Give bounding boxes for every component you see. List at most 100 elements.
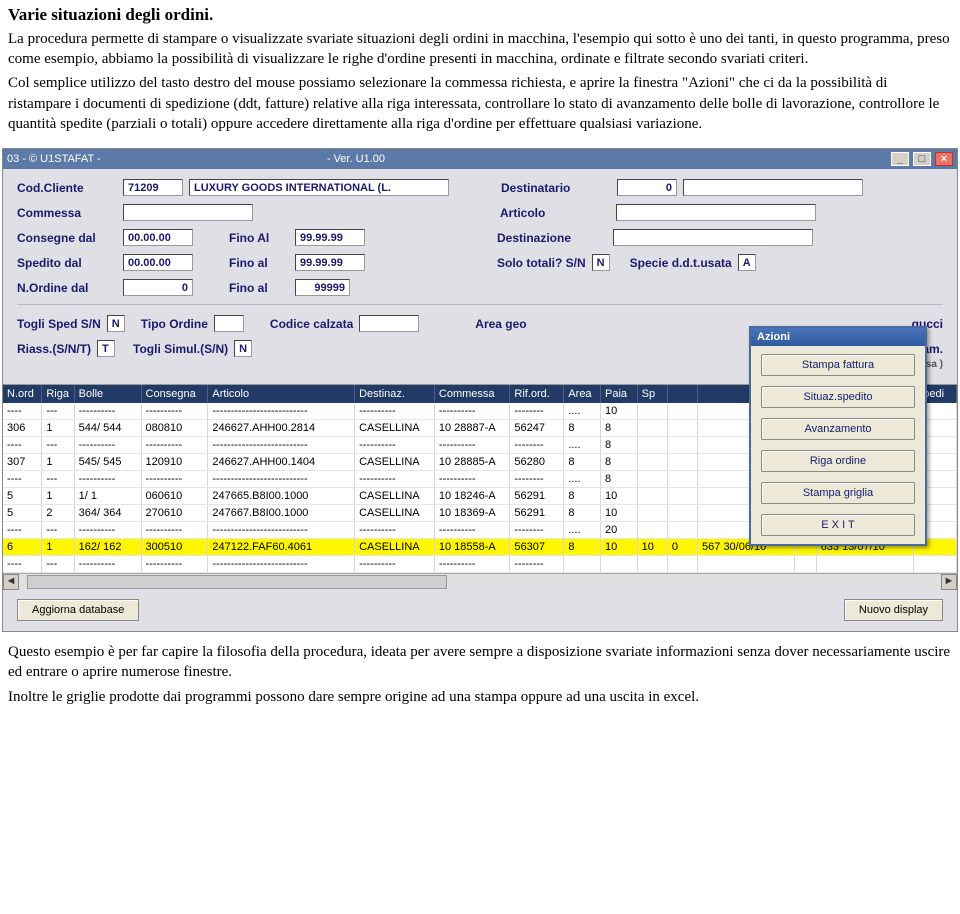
input-destinatario-desc[interactable] xyxy=(683,179,863,196)
table-cell: -------- xyxy=(510,437,564,454)
table-cell xyxy=(913,556,956,573)
label-nordine-dal: N.Ordine dal xyxy=(17,281,117,295)
table-cell: ---------- xyxy=(355,437,435,454)
grid-header[interactable]: N.ord xyxy=(3,385,42,403)
table-cell xyxy=(637,454,667,471)
table-cell: .... xyxy=(564,437,601,454)
table-cell: --- xyxy=(42,437,74,454)
grid-header[interactable]: Destinaz. xyxy=(355,385,435,403)
maximize-button[interactable]: □ xyxy=(913,152,931,166)
doc-para-3: Questo esempio è per far capire la filos… xyxy=(8,642,952,683)
input-codice-calzata[interactable] xyxy=(359,315,419,332)
popup-situaz-spedito-button[interactable]: Situaz.spedito xyxy=(761,386,915,408)
input-destinazione[interactable] xyxy=(613,229,813,246)
input-cod-cliente[interactable] xyxy=(123,179,183,196)
table-cell: ---------- xyxy=(141,403,208,420)
input-fino-al-1[interactable] xyxy=(295,229,365,246)
scroll-left-button[interactable]: ◄ xyxy=(3,574,19,590)
input-destinatario[interactable] xyxy=(617,179,677,196)
label-cod-cliente: Cod.Cliente xyxy=(17,181,117,195)
table-cell: CASELLINA xyxy=(355,454,435,471)
grid-header[interactable]: Commessa xyxy=(434,385,510,403)
table-cell: 1 xyxy=(42,488,74,505)
table-cell: 246627.AHH00.1404 xyxy=(208,454,355,471)
table-cell: 10 xyxy=(600,539,637,556)
table-cell: --- xyxy=(42,556,74,573)
table-cell: .... xyxy=(564,522,601,539)
table-cell: 10 18246-A xyxy=(434,488,510,505)
scroll-right-button[interactable]: ► xyxy=(941,574,957,590)
grid-header[interactable]: Articolo xyxy=(208,385,355,403)
table-cell: 080810 xyxy=(141,420,208,437)
grid-header[interactable]: Bolle xyxy=(74,385,141,403)
input-fino-al-3[interactable] xyxy=(295,279,350,296)
input-commessa[interactable] xyxy=(123,204,253,221)
table-cell: 306 xyxy=(3,420,42,437)
input-cliente-desc[interactable] xyxy=(189,179,449,196)
grid-header[interactable]: Sp xyxy=(637,385,667,403)
popup-riga-ordine-button[interactable]: Riga ordine xyxy=(761,450,915,472)
popup-stampa-fattura-button[interactable]: Stampa fattura xyxy=(761,354,915,376)
grid-header[interactable] xyxy=(667,385,697,403)
table-cell: 56307 xyxy=(510,539,564,556)
app-window: 03 - © U1STAFAT - - Ver. U1.00 _ □ × Cod… xyxy=(2,148,958,632)
input-togli-simul[interactable] xyxy=(234,340,252,357)
table-cell: 10 28885-A xyxy=(434,454,510,471)
grid-header[interactable]: Rif.ord. xyxy=(510,385,564,403)
table-cell: ---------- xyxy=(141,556,208,573)
label-fino-al-2: Fino al xyxy=(229,256,289,270)
popup-exit-button[interactable]: E X I T xyxy=(761,514,915,536)
label-riass: Riass.(S/N/T) xyxy=(17,342,91,356)
table-cell: ---------- xyxy=(434,471,510,488)
table-cell: ---------- xyxy=(74,556,141,573)
table-cell: 545/ 545 xyxy=(74,454,141,471)
label-fino-al-1: Fino Al xyxy=(229,231,289,245)
input-articolo[interactable] xyxy=(616,204,816,221)
table-cell: -------------------------- xyxy=(208,437,355,454)
grid-header[interactable]: Paia xyxy=(600,385,637,403)
nuovo-display-button[interactable]: Nuovo display xyxy=(844,599,943,621)
aggiorna-database-button[interactable]: Aggiorna database xyxy=(17,599,139,621)
table-cell xyxy=(816,556,913,573)
table-cell: 120910 xyxy=(141,454,208,471)
input-specie-ddt[interactable] xyxy=(738,254,756,271)
table-cell: 56291 xyxy=(510,505,564,522)
input-consegne-dal[interactable] xyxy=(123,229,193,246)
input-solo-totali[interactable] xyxy=(592,254,610,271)
doc-para-1: La procedura permette di stampare o visu… xyxy=(8,29,952,70)
popup-avanzamento-button[interactable]: Avanzamento xyxy=(761,418,915,440)
table-cell: 1 xyxy=(42,539,74,556)
table-cell xyxy=(600,556,637,573)
input-riass[interactable] xyxy=(97,340,115,357)
minimize-button[interactable]: _ xyxy=(891,152,909,166)
scroll-thumb[interactable] xyxy=(27,575,447,589)
table-cell xyxy=(637,522,667,539)
table-cell: CASELLINA xyxy=(355,488,435,505)
input-spedito-dal[interactable] xyxy=(123,254,193,271)
table-cell xyxy=(637,403,667,420)
table-cell: ---------- xyxy=(434,403,510,420)
horizontal-scrollbar[interactable]: ◄ ► xyxy=(3,573,957,589)
close-button[interactable]: × xyxy=(935,152,953,166)
table-cell xyxy=(667,471,697,488)
input-nordine-dal[interactable] xyxy=(123,279,193,296)
grid-header[interactable]: Consegna xyxy=(141,385,208,403)
table-cell xyxy=(667,522,697,539)
input-fino-al-2[interactable] xyxy=(295,254,365,271)
table-cell: ---------- xyxy=(355,556,435,573)
table-row[interactable]: ----------------------------------------… xyxy=(3,556,957,573)
grid-header[interactable]: Area xyxy=(564,385,601,403)
table-cell: ---- xyxy=(3,556,42,573)
popup-stampa-griglia-button[interactable]: Stampa griglia xyxy=(761,482,915,504)
input-togli-sped[interactable] xyxy=(107,315,125,332)
table-cell: -------- xyxy=(510,403,564,420)
table-cell: 10 18558-A xyxy=(434,539,510,556)
table-cell: 5 xyxy=(3,505,42,522)
table-cell: ---------- xyxy=(74,471,141,488)
input-tipo-ordine[interactable] xyxy=(214,315,244,332)
table-cell: 8 xyxy=(600,471,637,488)
table-cell: 544/ 544 xyxy=(74,420,141,437)
titlebar-left: 03 - © U1STAFAT - xyxy=(7,153,101,165)
titlebar-right: - Ver. U1.00 xyxy=(327,153,385,165)
grid-header[interactable]: Riga xyxy=(42,385,74,403)
